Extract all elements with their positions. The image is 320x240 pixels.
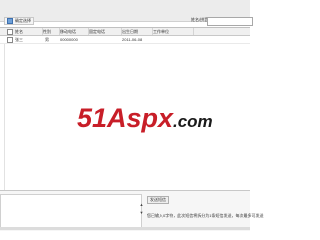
column-header-workplace[interactable]: 工作单位 xyxy=(153,28,194,35)
search-label: 姓名/拼音 xyxy=(191,17,209,22)
grid-header-row: 姓名 性别 移动电话 固定电话 出生日期 工作单位 xyxy=(0,28,250,36)
message-panel: ▲ ▼ 发送短信 您已输入0字符，此次短信将拆分为1条短信发送，每次最多可发送 xyxy=(0,190,263,231)
message-textarea[interactable] xyxy=(0,194,142,229)
cell-name: 张三 xyxy=(15,37,23,42)
column-header-birthdate[interactable]: 出生日期 xyxy=(122,28,153,35)
watermark-suffix: .com xyxy=(173,112,213,131)
textarea-scrollbar[interactable]: ▲ ▼ xyxy=(139,194,144,227)
cell-birthdate: 2011-06-08 xyxy=(122,37,143,42)
column-header-name[interactable]: 姓名 xyxy=(15,28,43,35)
select-icon xyxy=(7,18,13,24)
row-checkbox[interactable] xyxy=(7,37,13,43)
watermark-text: 51Aspx xyxy=(77,103,174,133)
grid-row-indicator-column xyxy=(4,28,5,191)
title-bar: 确定选择 姓名/拼音 xyxy=(0,0,253,26)
cell-mobile: 00000000 xyxy=(60,37,78,42)
watermark-logo: 51Aspx .com xyxy=(77,103,213,133)
character-count-hint: 您已输入0字符，此次短信将拆分为1条短信发送，每次最多可发送 xyxy=(147,213,264,218)
scroll-up-icon[interactable]: ▲ xyxy=(139,202,144,207)
cell-gender: 男 xyxy=(45,37,49,42)
scroll-down-icon[interactable]: ▼ xyxy=(139,210,144,215)
column-header-landline[interactable]: 固定电话 xyxy=(89,28,122,35)
confirm-select-button[interactable]: 确定选择 xyxy=(4,17,34,25)
confirm-select-label: 确定选择 xyxy=(15,18,31,23)
bottom-status-strip xyxy=(0,227,250,230)
table-row[interactable]: 张三 男 00000000 2011-06-08 xyxy=(0,36,250,44)
column-header-mobile[interactable]: 移动电话 xyxy=(60,28,89,35)
column-header-gender[interactable]: 性别 xyxy=(43,28,60,35)
select-all-checkbox[interactable] xyxy=(7,29,13,35)
send-sms-button[interactable]: 发送短信 xyxy=(147,196,169,204)
search-input[interactable] xyxy=(207,17,253,26)
